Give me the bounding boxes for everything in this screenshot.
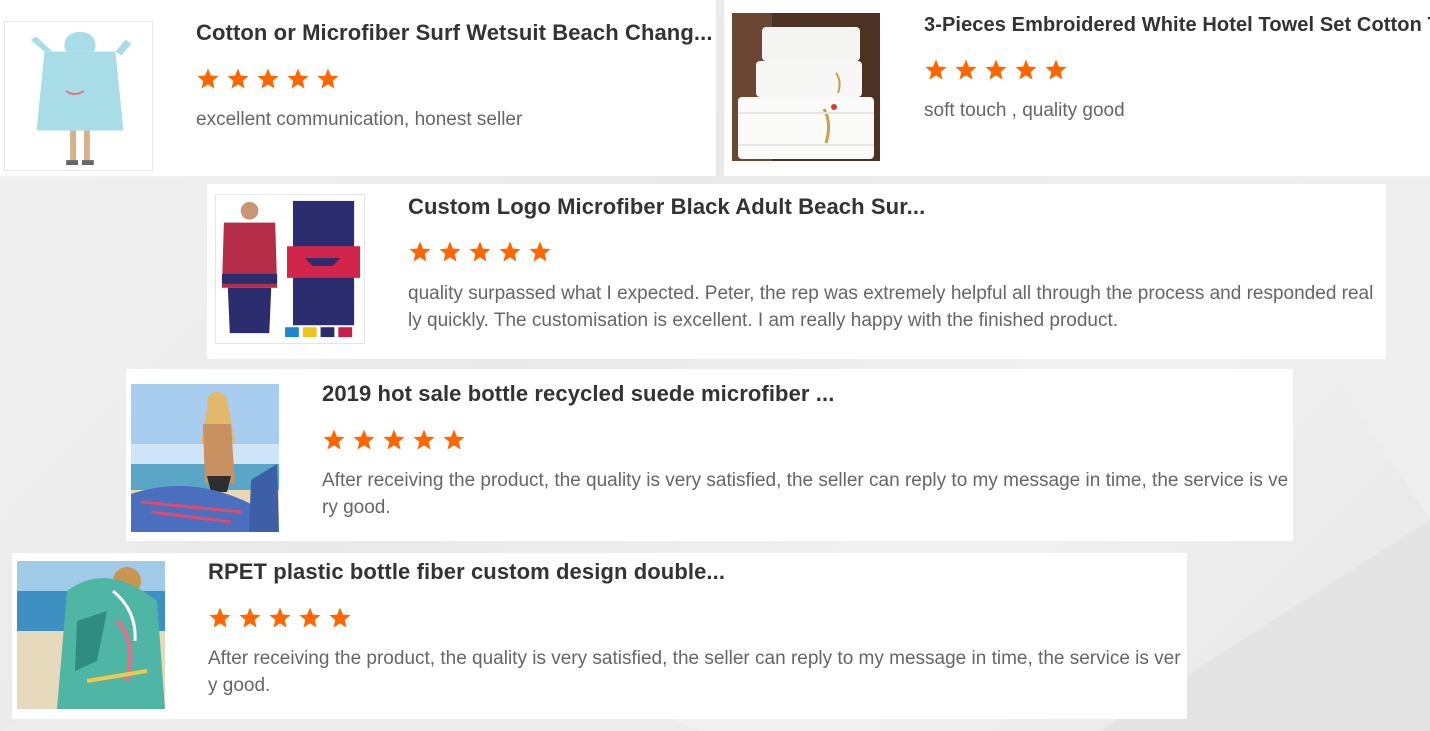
star-icon [985, 59, 1007, 80]
product-image-towel-set[interactable] [732, 13, 880, 161]
star-icon [529, 241, 551, 262]
star-icon [353, 429, 375, 450]
product-image-rpet-towel[interactable] [17, 561, 165, 709]
star-icon [299, 607, 321, 628]
star-rating [196, 67, 340, 91]
star-icon [227, 68, 249, 89]
star-icon [257, 68, 279, 89]
star-icon [317, 68, 339, 89]
review-text: After receiving the product, the quality… [208, 648, 1181, 696]
star-icon [323, 429, 345, 450]
star-icon [197, 68, 219, 89]
star-icon [1015, 59, 1037, 80]
star-icon [469, 241, 491, 262]
star-rating [322, 428, 466, 452]
product-image-black-poncho[interactable] [215, 194, 365, 344]
review-text: After receiving the product, the quality… [322, 470, 1289, 518]
product-image-beach-towel[interactable] [131, 384, 279, 532]
star-icon [499, 241, 521, 262]
star-icon [409, 241, 431, 262]
product-title[interactable]: 2019 hot sale bottle recycled suede micr… [322, 381, 834, 407]
product-title[interactable]: Cotton or Microfiber Surf Wetsuit Beach … [196, 20, 713, 46]
star-rating [208, 606, 352, 630]
review-card-1[interactable]: Cotton or Microfiber Surf Wetsuit Beach … [0, 0, 716, 176]
product-title[interactable]: 3-Pieces Embroidered White Hotel Towel S… [924, 14, 1430, 37]
star-icon [955, 59, 977, 80]
star-icon [209, 607, 231, 628]
star-icon [269, 607, 291, 628]
star-icon [439, 241, 461, 262]
star-rating [408, 240, 552, 264]
star-icon [383, 429, 405, 450]
star-icon [239, 607, 261, 628]
star-icon [443, 429, 465, 450]
product-title[interactable]: Custom Logo Microfiber Black Adult Beach… [408, 194, 925, 220]
star-icon [287, 68, 309, 89]
star-icon [925, 59, 947, 80]
review-card-4[interactable]: 2019 hot sale bottle recycled suede micr… [126, 369, 1293, 541]
product-image-poncho[interactable] [4, 21, 153, 171]
review-card-5[interactable]: RPET plastic bottle fiber custom design … [12, 553, 1187, 719]
star-icon [1045, 59, 1067, 80]
review-text: excellent communication, honest seller [196, 109, 523, 130]
review-card-2[interactable]: 3-Pieces Embroidered White Hotel Towel S… [724, 0, 1430, 176]
star-icon [413, 429, 435, 450]
review-card-3[interactable]: Custom Logo Microfiber Black Adult Beach… [207, 184, 1386, 359]
review-text: quality surpassed what I expected. Peter… [408, 283, 1374, 331]
star-rating [924, 58, 1068, 82]
product-title[interactable]: RPET plastic bottle fiber custom design … [208, 559, 725, 585]
review-text: soft touch , quality good [924, 100, 1125, 121]
star-icon [329, 607, 351, 628]
